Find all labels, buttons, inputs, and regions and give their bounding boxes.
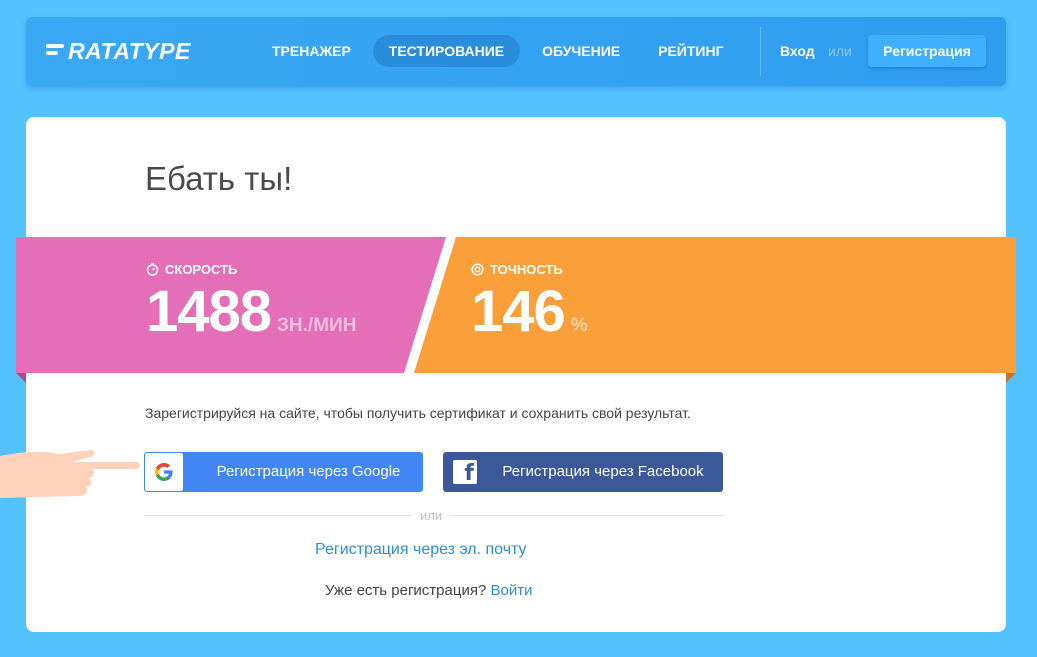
email-signup-link[interactable]: Регистрация через эл. почту bbox=[315, 541, 527, 559]
speed-label: СКОРОСТЬ bbox=[165, 262, 238, 277]
speed-stat: СКОРОСТЬ 1488 ЗН./МИН bbox=[146, 262, 356, 341]
facebook-signup-button[interactable]: f Регистрация через Facebook bbox=[443, 452, 723, 492]
speed-value: 1488 bbox=[146, 279, 272, 344]
speed-unit: ЗН./МИН bbox=[277, 315, 357, 336]
nav-item-rating[interactable]: РЕЙТИНГ bbox=[642, 35, 739, 67]
nav-item-learning[interactable]: ОБУЧЕНИЕ bbox=[526, 35, 636, 67]
stopwatch-icon bbox=[146, 263, 159, 276]
ribbon-fold-left bbox=[16, 373, 26, 383]
facebook-signup-label: Регистрация через Facebook bbox=[502, 463, 704, 480]
target-icon bbox=[471, 263, 484, 276]
accuracy-stat: ТОЧНОСТЬ 146% bbox=[471, 262, 588, 341]
nav-item-trainer[interactable]: ТРЕНАЖЕР bbox=[256, 35, 367, 67]
accuracy-unit: % bbox=[570, 315, 588, 336]
main-nav: ТРЕНАЖЕР ТЕСТИРОВАНИЕ ОБУЧЕНИЕ РЕЙТИНГ bbox=[256, 35, 746, 67]
logo-text: RATATYPE bbox=[68, 37, 191, 64]
accuracy-label: ТОЧНОСТЬ bbox=[490, 262, 563, 277]
ribbon-fold-right bbox=[1006, 373, 1016, 383]
accuracy-value: 146 bbox=[471, 279, 566, 344]
header-divider bbox=[760, 27, 761, 76]
login-link-bottom[interactable]: Войти bbox=[490, 582, 532, 599]
google-signup-button[interactable]: Регистрация через Google bbox=[144, 452, 423, 492]
or-divider-label: или bbox=[412, 508, 451, 523]
page-title: Ебать ты! bbox=[145, 160, 293, 197]
google-signup-label: Регистрация через Google bbox=[216, 463, 401, 480]
nav-item-testing[interactable]: ТЕСТИРОВАНИЕ bbox=[372, 35, 521, 67]
ratatype-logo[interactable]: RATATYPE bbox=[46, 37, 191, 64]
or-label: или bbox=[828, 43, 852, 59]
signup-prompt: Зарегистрируйся на сайте, чтобы получить… bbox=[145, 405, 691, 421]
login-link[interactable]: Вход bbox=[780, 43, 815, 59]
pointing-hand-icon bbox=[0, 449, 140, 498]
have-account-label: Уже есть регистрация? bbox=[325, 582, 487, 599]
have-account-text: Уже есть регистрация? Войти bbox=[325, 582, 532, 599]
logo-speed-lines-icon bbox=[46, 41, 66, 61]
register-button[interactable]: Регистрация bbox=[868, 35, 986, 67]
top-navbar: RATATYPE ТРЕНАЖЕР ТЕСТИРОВАНИЕ ОБУЧЕНИЕ … bbox=[26, 17, 1006, 86]
